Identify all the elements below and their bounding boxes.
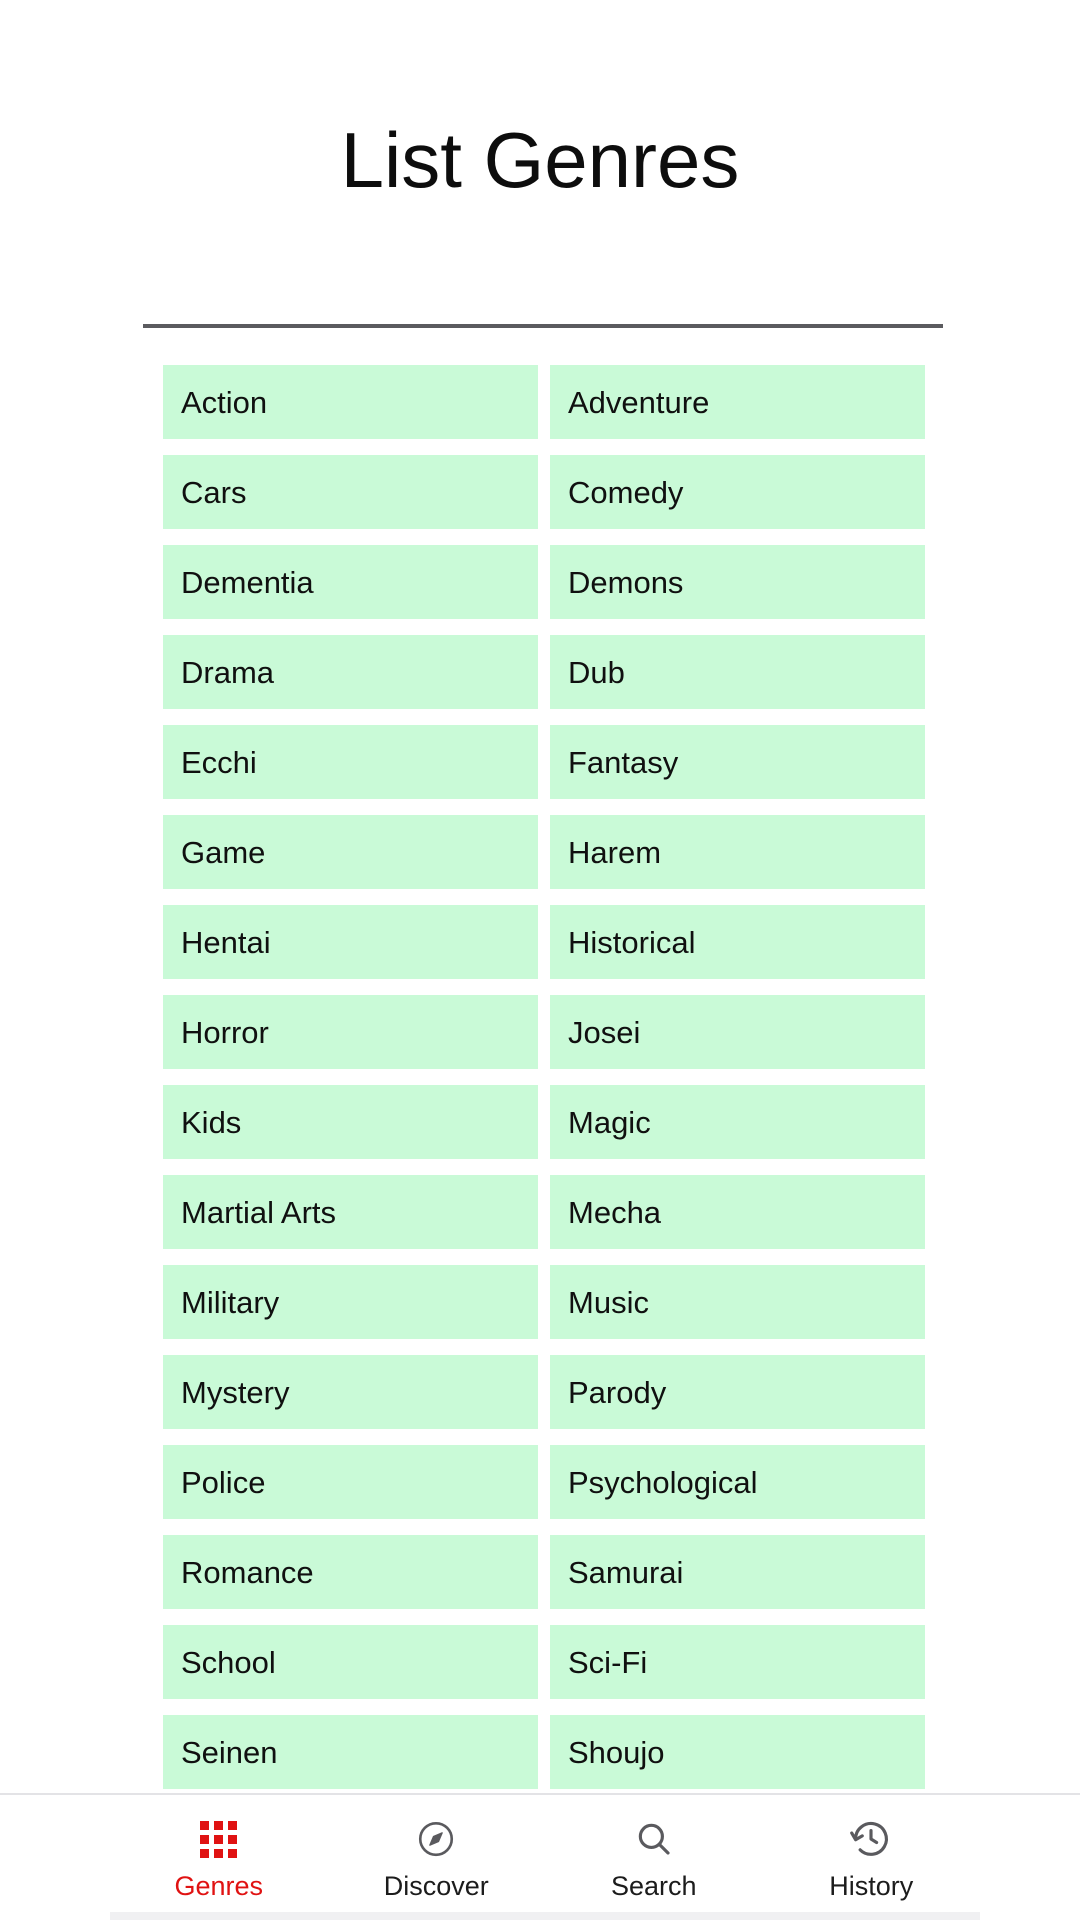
genre-chip[interactable]: Dementia xyxy=(163,545,538,619)
genre-chip-label: Ecchi xyxy=(181,744,257,780)
genres-screen: List Genres Action Adventure Cars Comedy Dem… xyxy=(0,0,1080,1920)
genre-chip-label: Cars xyxy=(181,474,247,510)
nav-item-search[interactable]: Search xyxy=(545,1795,763,1900)
nav-item-history[interactable]: History xyxy=(763,1795,981,1900)
genre-chip-label: Psychological xyxy=(568,1464,758,1500)
genre-chip[interactable]: Drama xyxy=(163,635,538,709)
genre-chip-label: Historical xyxy=(568,924,696,960)
genre-chip[interactable]: Comedy xyxy=(550,455,925,529)
genre-chip-label: Kids xyxy=(181,1104,242,1140)
genre-grid: Action Adventure Cars Comedy Dementia Demons D… xyxy=(163,365,925,1789)
nav-item-discover[interactable]: Discover xyxy=(328,1795,546,1900)
bottom-navigation-bar: Genres Discover Search History xyxy=(0,1793,1080,1920)
grid-icon xyxy=(197,1817,241,1861)
genre-chip-label: School xyxy=(181,1644,276,1680)
genre-chip-label: Sci-Fi xyxy=(568,1644,648,1680)
history-icon xyxy=(849,1817,893,1861)
genre-chip[interactable]: Josei xyxy=(550,995,925,1069)
genre-chip[interactable]: School xyxy=(163,1625,538,1699)
genre-chip-label: Comedy xyxy=(568,474,684,510)
genre-chip-label: Romance xyxy=(181,1554,314,1590)
home-indicator-strip xyxy=(110,1912,980,1920)
genre-chip-label: Magic xyxy=(568,1104,651,1140)
genre-chip[interactable]: Horror xyxy=(163,995,538,1069)
genre-chip-label: Hentai xyxy=(181,924,271,960)
genre-chip-label: Game xyxy=(181,834,266,870)
genre-chip[interactable]: Romance xyxy=(163,1535,538,1609)
page-title: List Genres xyxy=(340,116,740,204)
genre-chip[interactable]: Cars xyxy=(163,455,538,529)
genre-chip-label: Music xyxy=(568,1284,649,1320)
genre-chip-label: Military xyxy=(181,1284,280,1320)
genre-chip[interactable]: Seinen xyxy=(163,1715,538,1789)
genre-chip[interactable]: Kids xyxy=(163,1085,538,1159)
genre-chip[interactable]: Action xyxy=(163,365,538,439)
genre-chip[interactable]: Hentai xyxy=(163,905,538,979)
nav-label-genres: Genres xyxy=(174,1871,264,1901)
nav-label-history: History xyxy=(829,1871,914,1901)
search-icon xyxy=(632,1817,676,1861)
genre-chip[interactable]: Magic xyxy=(550,1085,925,1159)
nav-item-genres[interactable]: Genres xyxy=(110,1795,328,1900)
genre-chip[interactable]: Shoujo xyxy=(550,1715,925,1789)
genre-chip-label: Samurai xyxy=(568,1554,684,1590)
genre-chip-label: Seinen xyxy=(181,1734,278,1770)
genre-chip-label: Drama xyxy=(181,654,275,690)
nav-label-discover: Discover xyxy=(383,1871,489,1901)
genre-chip[interactable]: Historical xyxy=(550,905,925,979)
genre-chip-label: Dementia xyxy=(181,564,314,600)
genre-chip-label: Martial Arts xyxy=(181,1194,337,1230)
genre-chip[interactable]: Ecchi xyxy=(163,725,538,799)
genre-chip-label: Adventure xyxy=(568,384,710,420)
genre-chip[interactable]: Demons xyxy=(550,545,925,619)
genre-chip[interactable]: Police xyxy=(163,1445,538,1519)
genre-chip[interactable]: Martial Arts xyxy=(163,1175,538,1249)
genre-chip-label: Harem xyxy=(568,834,662,870)
genre-chip-label: Mecha xyxy=(568,1194,662,1230)
genre-chip[interactable]: Military xyxy=(163,1265,538,1339)
header-divider xyxy=(143,324,943,328)
genre-chip-label: Action xyxy=(181,384,268,420)
genre-chip-label: Shoujo xyxy=(568,1734,665,1770)
genre-chip-label: Police xyxy=(181,1464,266,1500)
genre-chip-label: Josei xyxy=(568,1014,641,1050)
genre-chip[interactable]: Fantasy xyxy=(550,725,925,799)
genre-chip[interactable]: Samurai xyxy=(550,1535,925,1609)
header: List Genres xyxy=(0,0,1080,330)
genre-chip[interactable]: Psychological xyxy=(550,1445,925,1519)
genre-chip-label: Mystery xyxy=(181,1374,290,1410)
genre-chip[interactable]: Sci-Fi xyxy=(550,1625,925,1699)
genre-chip[interactable]: Harem xyxy=(550,815,925,889)
compass-icon xyxy=(414,1817,458,1861)
genre-chip-label: Fantasy xyxy=(568,744,679,780)
genre-chip-label: Horror xyxy=(181,1014,269,1050)
genre-chip[interactable]: Mystery xyxy=(163,1355,538,1429)
genre-chip-label: Demons xyxy=(568,564,684,600)
nav-label-search: Search xyxy=(610,1871,697,1901)
genre-chip[interactable]: Music xyxy=(550,1265,925,1339)
genre-chip-label: Dub xyxy=(568,654,625,690)
genre-list-scroll-area[interactable]: Action Adventure Cars Comedy Dementia Demons D… xyxy=(0,330,1080,1793)
genre-chip[interactable]: Mecha xyxy=(550,1175,925,1249)
genre-chip[interactable]: Dub xyxy=(550,635,925,709)
genre-chip[interactable]: Adventure xyxy=(550,365,925,439)
genre-chip[interactable]: Parody xyxy=(550,1355,925,1429)
genre-chip-label: Parody xyxy=(568,1374,667,1410)
genre-chip[interactable]: Game xyxy=(163,815,538,889)
